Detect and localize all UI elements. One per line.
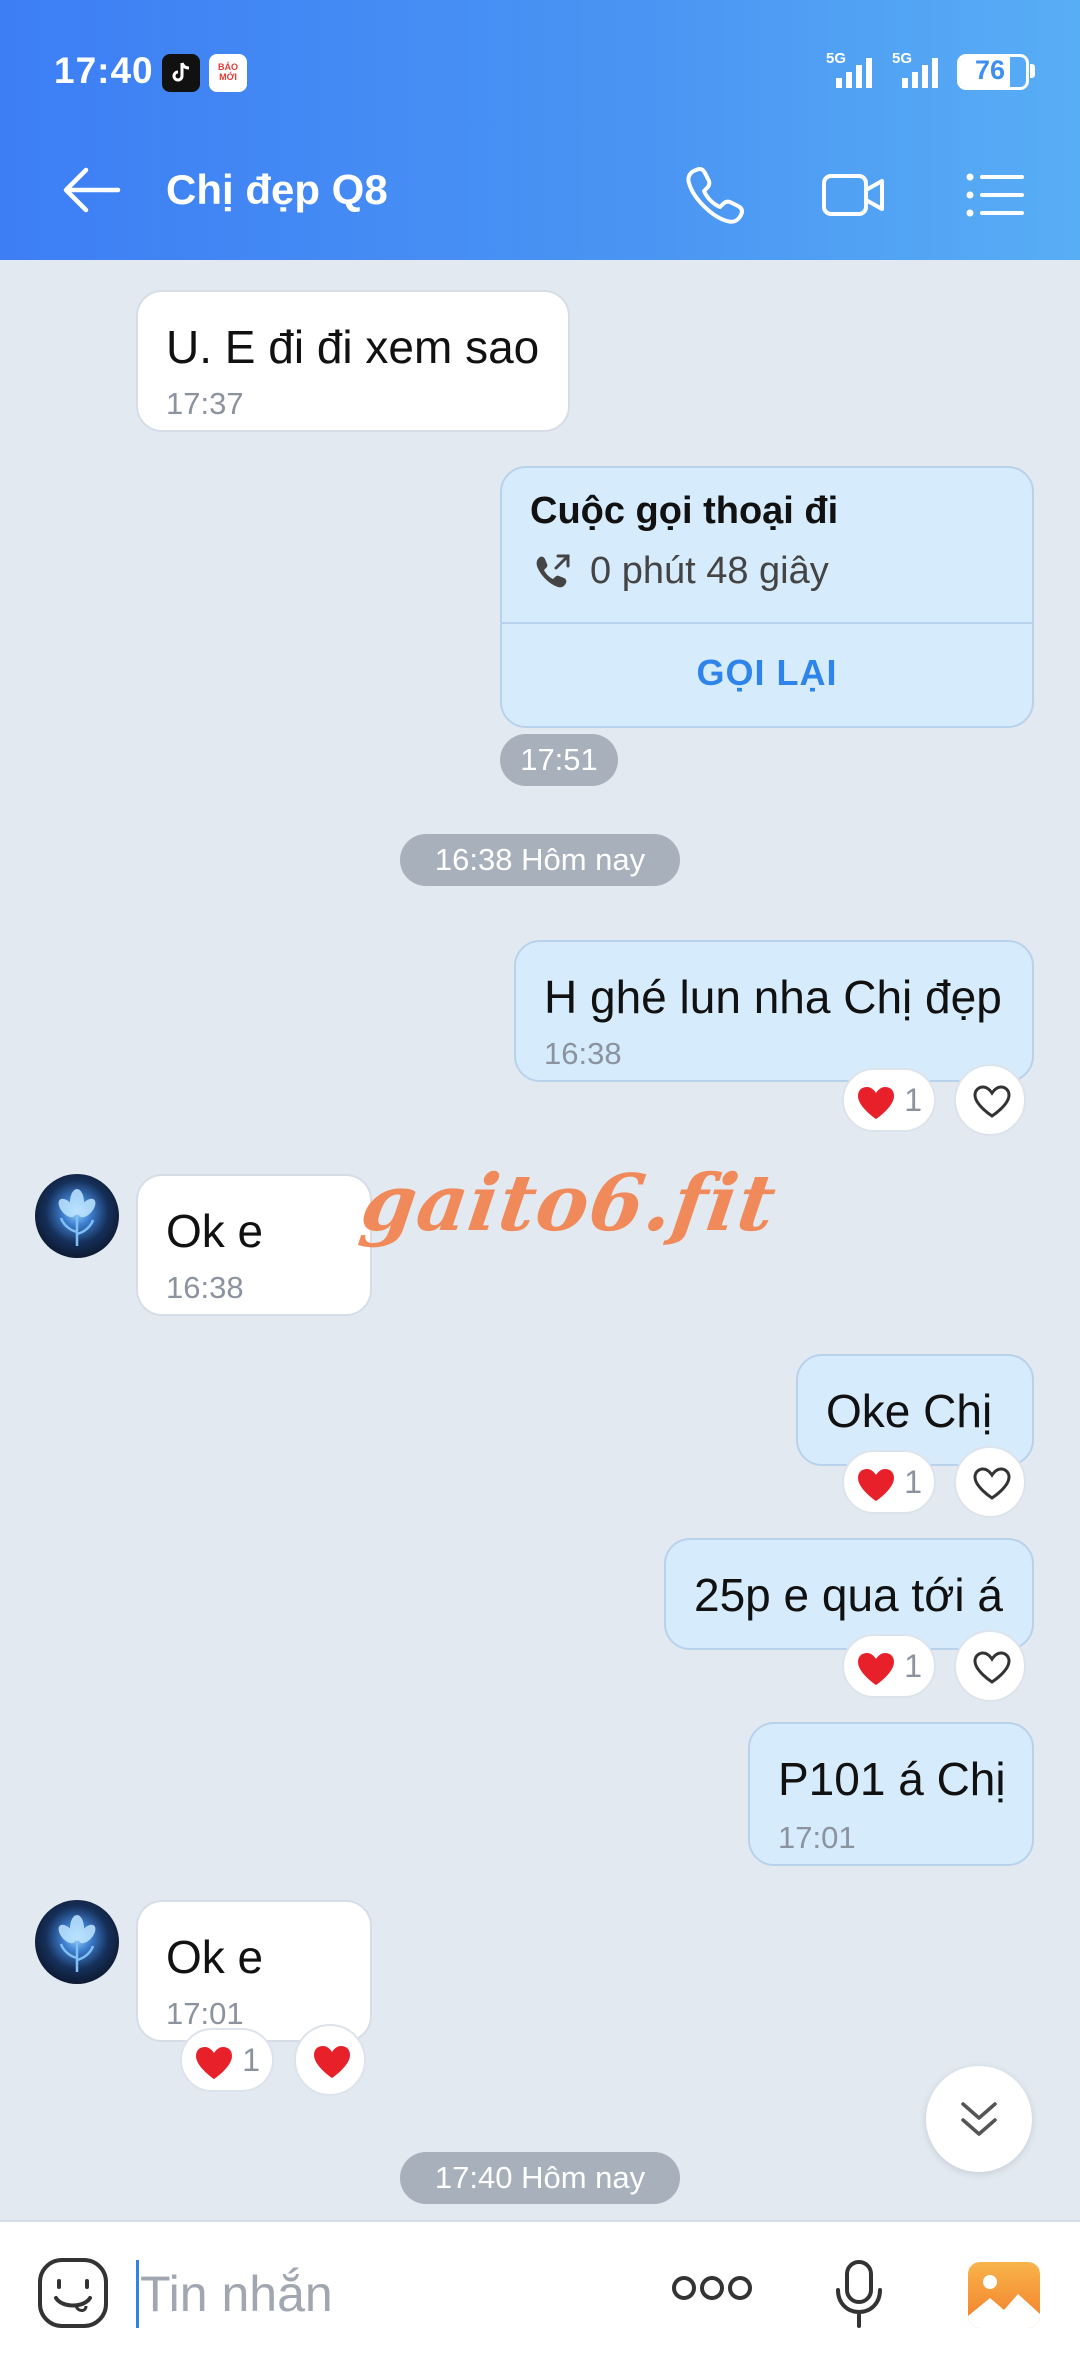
status-time: 17:40 <box>54 50 154 91</box>
image-gallery-icon <box>968 2262 1040 2328</box>
date-separator: 16:38 Hôm nay <box>400 834 680 886</box>
message-time: 17:37 <box>166 386 244 421</box>
message-bubble-incoming[interactable]: Ok e 16:38 <box>136 1174 372 1316</box>
message-time: 17:01 <box>778 1820 856 1855</box>
chat-header: 17:40 BÁO MỚI 5G 5G 76 Chị đẹp Q8 <box>0 0 1080 260</box>
message-composer <box>0 2220 1080 2363</box>
baomoi-icon: BÁO MỚI <box>209 54 247 92</box>
reaction-summary[interactable]: 1 <box>180 2028 274 2092</box>
more-options-button[interactable] <box>670 2272 754 2309</box>
reaction-summary[interactable]: 1 <box>842 1634 936 1698</box>
more-dots-icon <box>672 2276 752 2300</box>
red-heart-icon <box>314 2046 350 2078</box>
back-button[interactable] <box>60 162 124 218</box>
red-heart-icon <box>858 1469 894 1501</box>
microphone-icon <box>836 2260 882 2328</box>
outgoing-call-icon <box>536 554 570 588</box>
phone-icon <box>686 167 744 224</box>
flower-avatar-image <box>58 1915 96 1972</box>
react-button[interactable] <box>954 1064 1026 1136</box>
message-text: Oke Chị <box>826 1385 993 1437</box>
emoji-icon <box>38 2258 108 2328</box>
signal-strength-icon <box>836 58 872 88</box>
react-button[interactable] <box>954 1446 1026 1518</box>
call-duration: 0 phút 48 giây <box>590 550 829 592</box>
red-heart-icon <box>196 2047 232 2079</box>
message-text: H ghé lun nha Chị đẹp <box>544 971 1002 1023</box>
message-bubble-incoming[interactable]: U. E đi đi xem sao 17:37 <box>136 290 570 432</box>
call-title: Cuộc gọi thoại đi <box>530 490 839 532</box>
double-chevron-down-icon <box>961 2102 997 2136</box>
call-card: Cuộc gọi thoại đi 0 phút 48 giây GỌI LẠI <box>500 466 1034 728</box>
react-button[interactable] <box>294 2024 366 2096</box>
contact-avatar[interactable] <box>35 1174 119 1258</box>
battery-icon: 76 <box>957 54 1029 90</box>
red-heart-icon <box>858 1087 894 1119</box>
react-button[interactable] <box>954 1630 1026 1702</box>
message-text: U. E đi đi xem sao <box>166 321 540 373</box>
watermark-text: gaito6.fit <box>355 1158 782 1249</box>
video-call-button[interactable] <box>818 160 888 230</box>
signal-strength-icon-2 <box>902 58 938 88</box>
call-card-divider <box>502 622 1032 624</box>
scroll-to-bottom-button[interactable] <box>926 2066 1032 2172</box>
chat-options-button[interactable] <box>960 160 1030 230</box>
flower-avatar-image <box>58 1189 96 1246</box>
image-picker-button[interactable] <box>966 2260 1042 2335</box>
voice-call-button[interactable] <box>680 160 750 230</box>
reaction-count: 1 <box>904 1082 922 1118</box>
message-bubble-incoming[interactable]: Ok e 17:01 <box>136 1900 372 2042</box>
battery-level: 76 <box>974 55 1006 85</box>
message-input[interactable] <box>136 2256 636 2332</box>
contact-avatar[interactable] <box>35 1900 119 1984</box>
heart-outline-icon <box>973 1085 1011 1118</box>
voice-message-button[interactable] <box>834 2258 884 2335</box>
message-time-pill: 17:51 <box>500 734 618 786</box>
red-heart-icon <box>858 1653 894 1685</box>
reaction-count: 1 <box>904 1464 922 1500</box>
message-time: 17:01 <box>166 1996 244 2031</box>
message-time: 16:38 <box>544 1036 622 1071</box>
reaction-summary[interactable]: 1 <box>842 1068 936 1132</box>
back-arrow-icon <box>63 167 121 213</box>
message-bubble-outgoing[interactable]: H ghé lun nha Chị đẹp 16:38 <box>514 940 1034 1082</box>
emoji-button[interactable] <box>36 2256 110 2335</box>
message-text: P101 á Chị <box>778 1753 1006 1805</box>
reaction-count: 1 <box>904 1648 922 1684</box>
menu-list-icon <box>966 173 1024 217</box>
date-separator: 17:40 Hôm nay <box>400 2152 680 2204</box>
video-camera-icon <box>822 174 884 216</box>
message-text: Ok e <box>166 1931 264 1983</box>
message-time: 16:38 <box>166 1270 244 1305</box>
tiktok-icon <box>162 54 200 92</box>
heart-outline-icon <box>973 1467 1011 1500</box>
chat-title[interactable]: Chị đẹp Q8 <box>166 166 388 214</box>
message-text: Ok e <box>166 1205 264 1257</box>
reaction-summary[interactable]: 1 <box>842 1450 936 1514</box>
heart-outline-icon <box>973 1651 1011 1684</box>
reaction-count: 1 <box>242 2042 260 2078</box>
message-bubble-outgoing[interactable]: P101 á Chị 17:01 <box>748 1722 1034 1866</box>
battery-cap <box>1030 64 1035 78</box>
call-back-button[interactable]: GỌI LẠI <box>502 652 1032 694</box>
message-text: 25p e qua tới á <box>694 1569 1003 1621</box>
